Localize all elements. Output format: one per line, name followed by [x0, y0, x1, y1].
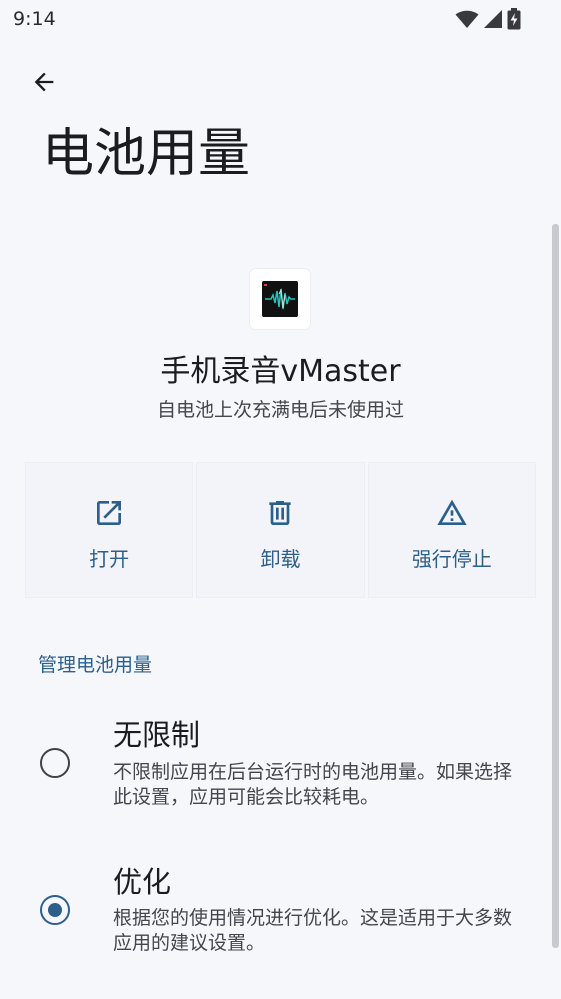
status-time: 9:14 — [13, 8, 56, 30]
app-logo — [262, 281, 298, 317]
cellular-signal-icon — [484, 10, 502, 28]
waveform-icon — [264, 284, 295, 310]
option-unrestricted-description: 不限制应用在后台运行时的电池用量。如果选择此设置，应用可能会比较耗电。 — [113, 761, 513, 808]
page-title: 电池用量 — [42, 124, 251, 184]
option-unrestricted-title: 无限制 — [113, 718, 201, 752]
option-optimized[interactable]: 优化 根据您的使用情况进行优化。这是适用于大多数应用的建议设置。 — [0, 848, 540, 968]
radio-unrestricted[interactable] — [40, 748, 70, 778]
back-button[interactable] — [22, 60, 66, 104]
option-unrestricted[interactable]: 无限制 不限制应用在后台运行时的电池用量。如果选择此设置，应用可能会比较耗电。 — [0, 700, 540, 820]
option-optimized-title: 优化 — [113, 865, 172, 899]
force-stop-button-label: 强行停止 — [411, 547, 492, 571]
force-stop-button[interactable]: 强行停止 — [367, 462, 536, 598]
section-header-battery-management: 管理电池用量 — [38, 654, 153, 676]
uninstall-button-label: 卸载 — [260, 547, 301, 571]
app-icon — [250, 269, 310, 329]
app-name: 手机录音vMaster — [160, 354, 401, 389]
radio-optimized[interactable] — [40, 895, 70, 925]
open-button[interactable]: 打开 — [25, 462, 194, 598]
app-actions: 打开 卸载 强行停止 — [25, 462, 536, 598]
uninstall-button[interactable]: 卸载 — [196, 462, 365, 598]
wifi-icon — [455, 10, 479, 28]
warning-icon — [437, 499, 467, 525]
open-button-label: 打开 — [89, 547, 130, 571]
arrow-back-icon — [34, 72, 54, 92]
scrollbar[interactable] — [552, 224, 559, 948]
trash-icon — [269, 501, 292, 525]
battery-charging-icon — [507, 8, 521, 30]
status-bar: 9:14 — [0, 0, 561, 38]
open-external-icon — [97, 501, 122, 525]
status-icons — [455, 7, 521, 31]
option-optimized-description: 根据您的使用情况进行优化。这是适用于大多数应用的建议设置。 — [113, 907, 513, 954]
app-usage-summary: 自电池上次充满电后未使用过 — [156, 399, 404, 421]
